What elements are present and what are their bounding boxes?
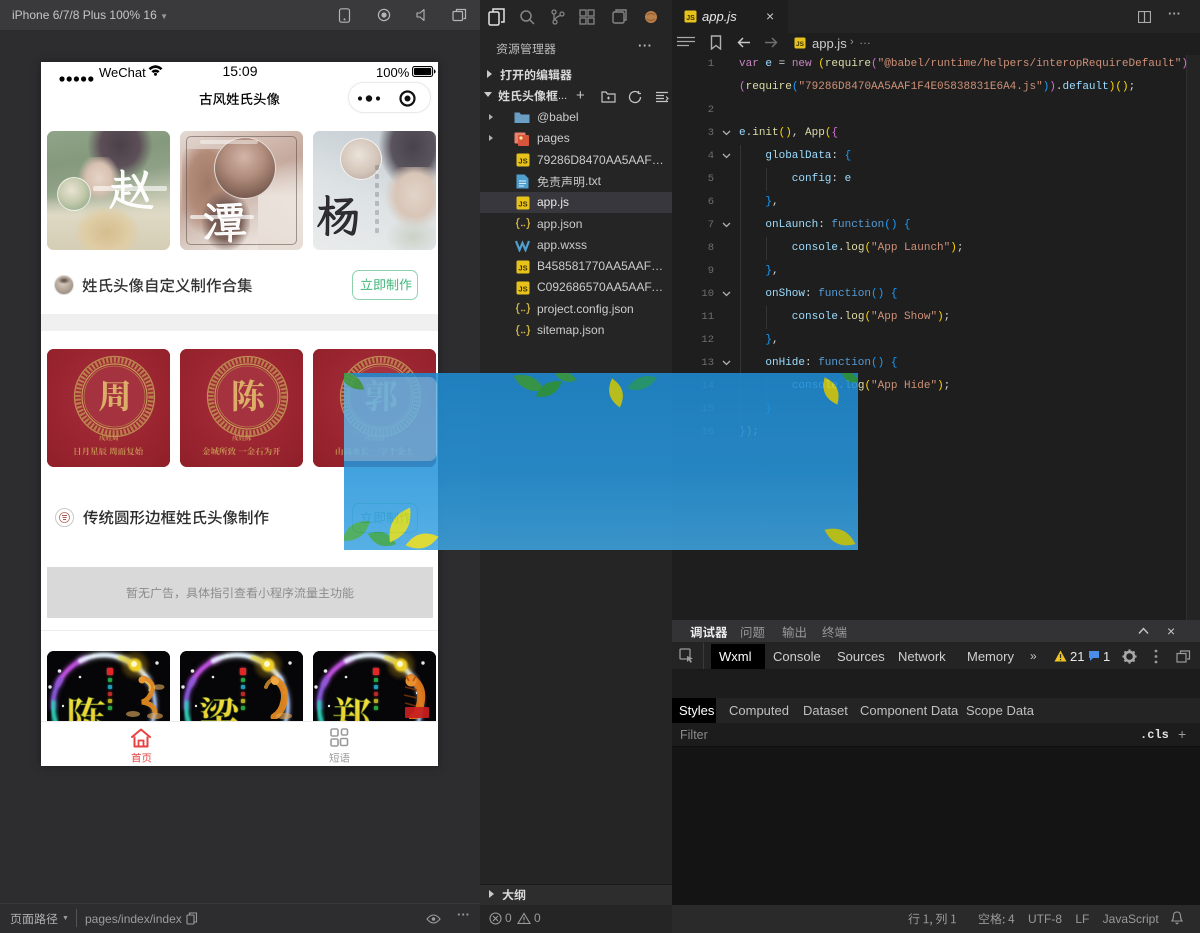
svg-text:JS: JS (796, 41, 805, 48)
svg-text:JS: JS (518, 199, 527, 208)
svg-text:JS: JS (518, 285, 527, 294)
svg-text:JS: JS (518, 157, 527, 166)
svg-text:JS: JS (518, 263, 527, 272)
svg-text:JS: JS (686, 15, 695, 22)
